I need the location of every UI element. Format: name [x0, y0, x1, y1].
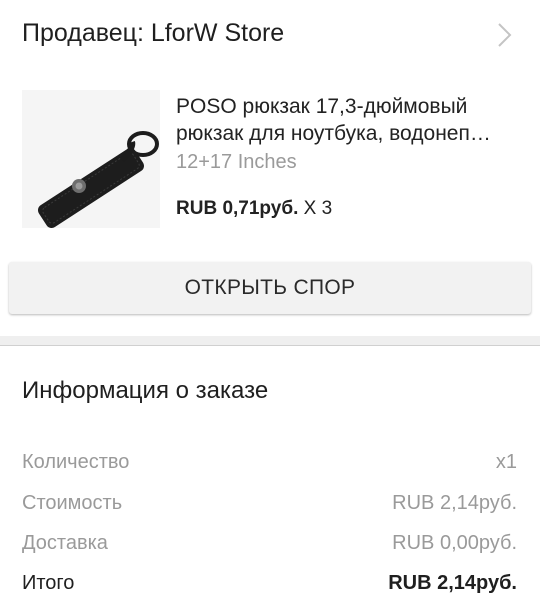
- open-dispute-button[interactable]: ОТКРЫТЬ СПОР: [9, 262, 531, 314]
- product-item[interactable]: POSO рюкзак 17,3-дюймовый рюкзак для ноу…: [0, 80, 540, 240]
- product-title-line-1: POSO рюкзак 17,3-дюймовый: [176, 95, 468, 118]
- shipping-value: RUB 0,00руб.: [392, 532, 517, 554]
- product-price-line: RUB 0,71руб. X 3: [176, 198, 332, 220]
- quantity-label: Количество: [22, 451, 130, 473]
- seller-row[interactable]: Продавец: LforW Store: [0, 0, 540, 72]
- order-detail-page: Продавец: LforW Store POSO рюкзак 17,3-д…: [0, 0, 540, 612]
- product-image: [22, 90, 160, 228]
- order-info-title: Информация о заказе: [22, 377, 269, 404]
- chevron-right-icon: [498, 23, 512, 47]
- keychain-strap-image: [22, 90, 160, 228]
- product-title-line-2: рюкзак для ноутбука, водонеп…: [176, 122, 491, 145]
- product-quantity: X 3: [303, 198, 333, 219]
- cost-label: Стоимость: [22, 492, 123, 514]
- order-row-shipping: Доставка RUB 0,00руб.: [22, 532, 517, 560]
- product-title: POSO рюкзак 17,3-дюймовый рюкзак для ноу…: [176, 93, 516, 147]
- order-row-total: Итого RUB 2,14руб.: [22, 572, 517, 600]
- total-label: Итого: [22, 572, 75, 594]
- product-variant: 12+17 Inches: [176, 151, 297, 173]
- order-row-quantity: Количество x1: [22, 451, 517, 479]
- total-value: RUB 2,14руб.: [388, 572, 517, 594]
- cost-value: RUB 2,14руб.: [392, 492, 517, 514]
- shipping-label: Доставка: [22, 532, 108, 554]
- seller-name: Продавец: LforW Store: [22, 19, 285, 47]
- section-divider: [0, 336, 540, 346]
- order-row-cost: Стоимость RUB 2,14руб.: [22, 492, 517, 520]
- quantity-value: x1: [495, 451, 517, 473]
- product-price: RUB 0,71руб.: [176, 198, 299, 219]
